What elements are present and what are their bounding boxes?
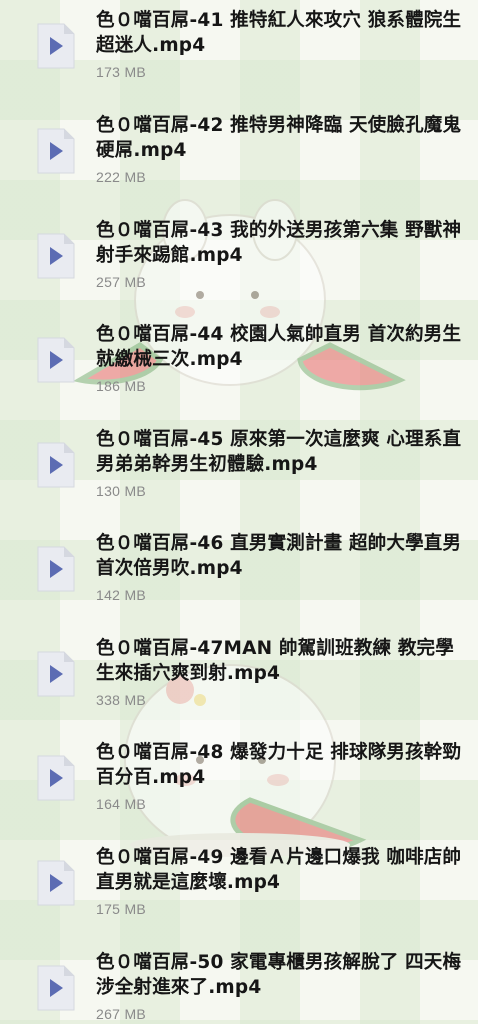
- file-name: 色０噹百屌-48 爆發力十足 排球隊男孩幹勁百分百.mp4: [96, 742, 462, 788]
- video-file-icon: [37, 23, 75, 69]
- file-name: 色０噹百屌-45 原來第一次這麼爽 心理系直男弟弟幹男生初體驗.mp4: [96, 429, 462, 475]
- video-file-icon: [37, 965, 75, 1011]
- video-file-icon: [37, 651, 75, 697]
- file-row[interactable]: 色０噹百屌-41 推特紅人來攻穴 狼系體院生超迷人.mp4 173 MB: [0, 0, 478, 104]
- video-file-icon: [37, 128, 75, 174]
- file-size: 257 MB: [96, 274, 147, 290]
- video-file-icon: [37, 233, 75, 279]
- file-row[interactable]: 色０噹百屌-43 我的外送男孩第六集 野獸神射手來踢館.mp4 257 MB: [0, 210, 478, 314]
- video-file-icon: [37, 755, 75, 801]
- file-row[interactable]: 色０噹百屌-42 推特男神降臨 天使臉孔魔鬼硬屌.mp4 222 MB: [0, 105, 478, 209]
- file-size: 186 MB: [96, 378, 147, 394]
- file-size: 338 MB: [96, 692, 147, 708]
- file-name: 色０噹百屌-42 推特男神降臨 天使臉孔魔鬼硬屌.mp4: [96, 115, 462, 161]
- video-file-icon: [37, 442, 75, 488]
- file-row[interactable]: 色０噹百屌-50 家電專櫃男孩解脫了 四天梅涉全射進來了.mp4 267 MB: [0, 942, 478, 1024]
- file-row[interactable]: 色０噹百屌-49 邊看Ａ片邊口爆我 咖啡店帥直男就是這麼壞.mp4 175 MB: [0, 837, 478, 941]
- video-file-icon: [37, 860, 75, 906]
- file-size: 130 MB: [96, 483, 147, 499]
- video-file-icon: [37, 337, 75, 383]
- file-size: 173 MB: [96, 64, 147, 80]
- file-name: 色０噹百屌-47MAN 帥駕訓班教練 教完學生來插穴爽到射.mp4: [96, 638, 454, 684]
- file-row[interactable]: 色０噹百屌-44 校園人氣帥直男 首次約男生就繳械三次.mp4 186 MB: [0, 314, 478, 418]
- file-size: 175 MB: [96, 901, 147, 917]
- file-size: 222 MB: [96, 169, 147, 185]
- file-name: 色０噹百屌-46 直男實測計畫 超帥大學直男首次倍男吹.mp4: [96, 533, 462, 579]
- file-name: 色０噹百屌-41 推特紅人來攻穴 狼系體院生超迷人.mp4: [96, 10, 462, 56]
- file-list: 色０噹百屌-41 推特紅人來攻穴 狼系體院生超迷人.mp4 173 MB 色０噹…: [0, 0, 478, 1024]
- file-size: 142 MB: [96, 587, 147, 603]
- file-row[interactable]: 色０噹百屌-47MAN 帥駕訓班教練 教完學生來插穴爽到射.mp4 338 MB: [0, 628, 478, 732]
- file-size: 267 MB: [96, 1006, 147, 1022]
- file-name: 色０噹百屌-44 校園人氣帥直男 首次約男生就繳械三次.mp4: [96, 324, 462, 370]
- file-name: 色０噹百屌-49 邊看Ａ片邊口爆我 咖啡店帥直男就是這麼壞.mp4: [96, 847, 462, 893]
- file-name: 色０噹百屌-43 我的外送男孩第六集 野獸神射手來踢館.mp4: [96, 220, 462, 266]
- file-row[interactable]: 色０噹百屌-45 原來第一次這麼爽 心理系直男弟弟幹男生初體驗.mp4 130 …: [0, 419, 478, 523]
- file-size: 164 MB: [96, 796, 147, 812]
- video-file-icon: [37, 546, 75, 592]
- file-row[interactable]: 色０噹百屌-46 直男實測計畫 超帥大學直男首次倍男吹.mp4 142 MB: [0, 523, 478, 627]
- file-row[interactable]: 色０噹百屌-48 爆發力十足 排球隊男孩幹勁百分百.mp4 164 MB: [0, 732, 478, 836]
- file-name: 色０噹百屌-50 家電專櫃男孩解脫了 四天梅涉全射進來了.mp4: [96, 952, 462, 998]
